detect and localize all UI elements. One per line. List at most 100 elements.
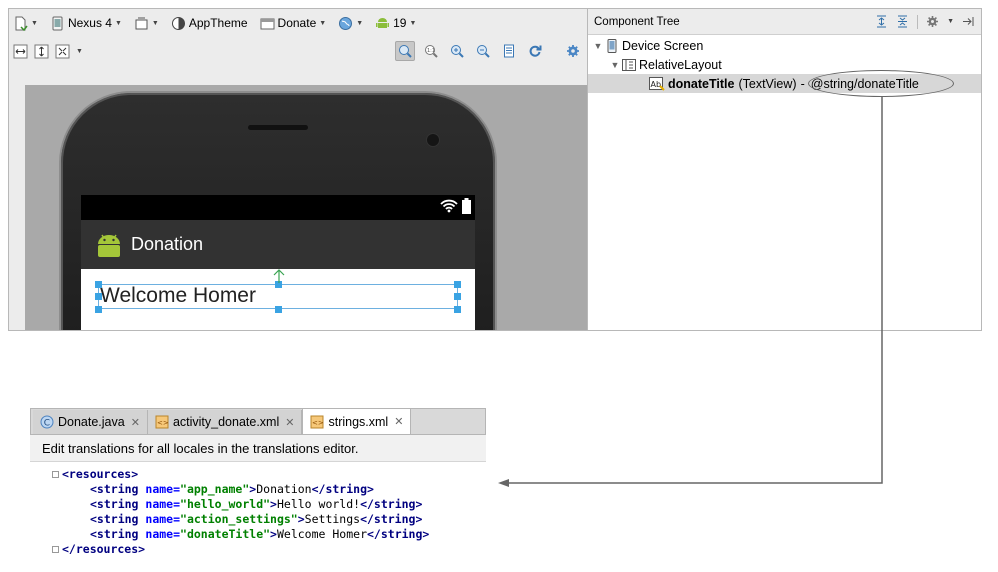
resize-handle[interactable] [275,306,282,313]
device-label: Nexus 4 [67,16,112,30]
translations-banner[interactable]: Edit translations for all locales in the… [30,435,486,462]
earpiece [248,125,308,130]
close-icon[interactable]: ✕ [394,415,403,428]
device-icon [52,16,63,30]
code-token: name= [145,512,181,526]
resize-handle[interactable] [95,293,102,300]
chevron-down-icon: ▼ [409,19,417,27]
code-line: <string name="donateTitle">Welcome Homer… [30,527,486,542]
tab-label: Donate.java [58,415,125,429]
camera-lens [427,134,439,146]
designer-toolbar-top: ▼ Nexus 4 ▼ ▼ AppTheme Donate ▼ ▼ 19 ▼ [9,9,587,37]
code-token: </string> [360,497,423,511]
close-icon[interactable]: ✕ [285,416,294,429]
code-token: </string> [360,512,423,526]
code-line: <string name="hello_world">Hello world!<… [30,497,486,512]
code-token: name= [145,482,181,496]
tab-strings-xml[interactable]: <> strings.xml ✕ [302,408,412,434]
tree-node-id: donateTitle [668,76,735,91]
tab-label: strings.xml [328,414,389,429]
layout-designer: ▼ Nexus 4 ▼ ▼ AppTheme Donate ▼ ▼ 19 ▼ ▼… [8,8,588,331]
zoom-actual-icon: 1:1 [425,45,438,58]
zoom-in-icon [451,45,464,58]
zoom-actual-button[interactable]: 1:1 [421,41,441,61]
theme-label: AppTheme [188,16,248,30]
tree-node-relative-layout[interactable]: ▼ RelativeLayout [608,55,722,74]
resize-handle[interactable] [454,306,461,313]
code-token: "donateTitle" [180,527,271,541]
wifi-icon [440,199,458,213]
activity-icon [260,18,275,29]
chevron-down-icon[interactable]: ▼ [76,48,83,55]
java-class-icon: C [40,415,54,429]
svg-text:Ab: Ab [651,80,662,89]
close-icon[interactable]: ✕ [131,416,140,429]
tree-node-label: RelativeLayout [639,57,722,72]
svg-text:C: C [44,419,50,429]
editor-tabs: C Donate.java ✕ <> activity_donate.xml ✕… [30,408,486,435]
zoom-out-button[interactable] [473,41,493,61]
zoom-to-fit-button[interactable] [395,41,415,61]
xml-file-icon: <> [155,415,169,429]
design-canvas[interactable]: Donation Welcome Homer [25,85,587,330]
fold-marker-icon[interactable] [52,546,59,553]
svg-text:1:1: 1:1 [427,48,435,54]
relative-layout-content[interactable]: Welcome Homer [81,269,475,330]
chevron-down-icon: ▼ [151,19,159,27]
android-icon [376,17,390,28]
expand-all-icon[interactable] [875,15,888,28]
svg-text:<>: <> [312,419,324,427]
tab-activity-donate-xml[interactable]: <> activity_donate.xml ✕ [147,410,303,434]
status-bar [81,195,475,220]
hide-panel-icon[interactable] [962,15,975,28]
code-line: </resources> [30,542,486,557]
settings-button[interactable] [563,41,583,61]
theme-selector[interactable]: AppTheme [167,12,252,34]
chevron-down-icon[interactable]: ▼ [947,18,954,25]
code-token: "hello_world" [180,497,271,511]
gear-icon[interactable] [926,15,939,28]
resize-handle[interactable] [454,281,461,288]
orientation-selector[interactable]: ▼ [130,12,163,34]
battery-icon [462,198,471,214]
expand-vertical-icon[interactable] [34,44,49,59]
code-token: Hello world! [276,497,361,511]
code-token: Welcome Homer [276,527,367,541]
expand-triangle-icon[interactable]: ▼ [591,41,605,51]
tab-donate-java[interactable]: C Donate.java ✕ [33,410,148,434]
zoom-in-button[interactable] [447,41,467,61]
file-config-button[interactable]: ▼ [9,12,42,34]
tab-label: activity_donate.xml [172,415,280,429]
component-tree-title: Component Tree [594,15,680,28]
resize-handle[interactable] [454,293,461,300]
xml-code[interactable]: <resources> <string name="app_name">Dona… [30,462,486,557]
chevron-down-icon: ▼ [356,19,364,27]
code-token: <string [90,497,139,511]
api-level-selector[interactable]: 19 ▼ [371,12,420,34]
code-token: > [270,527,277,541]
locale-selector[interactable]: ▼ [334,12,367,34]
fit-icon[interactable] [55,44,70,59]
tree-node-device-screen[interactable]: ▼ Device Screen [591,36,703,55]
activity-selector[interactable]: Donate ▼ [256,12,331,34]
code-token: </string> [311,482,374,496]
resize-handle[interactable] [95,281,102,288]
app-title: Donation [131,234,204,254]
action-bar: Donation [81,220,475,269]
callout-ellipse [808,70,954,97]
refresh-button[interactable] [525,41,545,61]
code-token: <string [90,527,139,541]
refresh-icon [529,45,542,57]
device-selector[interactable]: Nexus 4 ▼ [46,12,126,34]
expand-horizontal-icon[interactable] [13,44,28,59]
tree-node-separator: - [800,76,805,91]
code-token: name= [145,527,181,541]
collapse-all-icon[interactable] [896,15,909,28]
fold-marker-icon[interactable] [52,471,59,478]
expand-triangle-icon[interactable]: ▼ [608,60,622,70]
screenshot-button[interactable] [499,41,519,61]
resize-handle[interactable] [95,306,102,313]
code-token: <string [90,512,139,526]
code-token: > [297,512,305,526]
document-icon [15,16,28,31]
